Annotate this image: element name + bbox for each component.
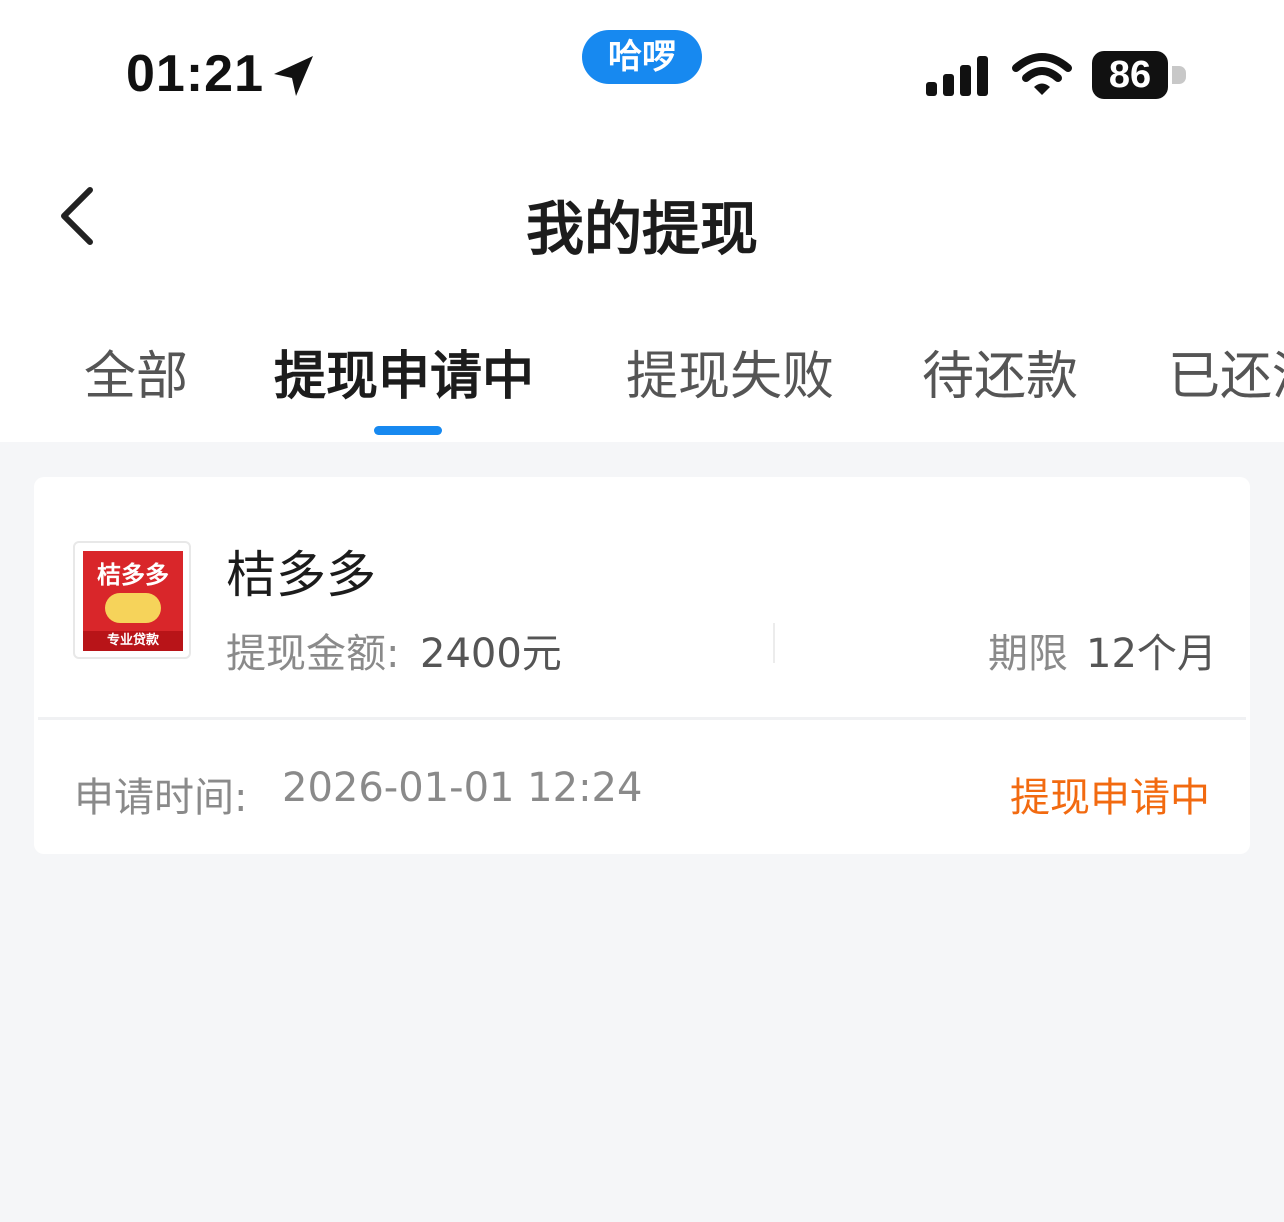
tab-pending-repayment[interactable]: 待还款 — [922, 334, 1078, 409]
wifi-icon — [1012, 53, 1072, 95]
battery-indicator: 86 — [1092, 51, 1168, 99]
apply-time-label: 申请时间: — [74, 775, 248, 821]
card-divider — [38, 717, 1246, 720]
battery-tip — [1172, 66, 1186, 84]
apply-time-value: 2026-01-01 12:24 — [282, 765, 643, 811]
header-area: 01:21 哈啰 86 我的提现 全部 提现申请中 提现失败 待还款 已还清 — [0, 0, 1284, 442]
logo-graphic: 桔多多 专业贷款 — [83, 551, 183, 651]
amount-value: 2400元 — [420, 631, 562, 677]
cellular-signal-icon — [926, 56, 988, 96]
tab-repaid[interactable]: 已还清 — [1168, 334, 1284, 409]
location-arrow-icon — [274, 56, 313, 96]
logo-tagline: 专业贷款 — [83, 631, 183, 651]
term-label: 期限 — [988, 631, 1068, 677]
page-title: 我的提现 — [525, 195, 758, 263]
amount-label: 提现金额: — [226, 631, 400, 677]
active-tab-indicator — [374, 426, 442, 435]
withdrawal-card[interactable]: 桔多多 专业贷款 桔多多 提现金额: 2400元 期限 12个月 申请时间: 2… — [34, 477, 1250, 854]
product-name: 桔多多 — [226, 546, 376, 604]
status-badge: 提现申请中 — [1010, 775, 1210, 821]
tab-withdrawal-pending[interactable]: 提现申请中 — [274, 334, 534, 409]
logo-brand-text: 桔多多 — [97, 561, 169, 589]
logo-mascot — [105, 593, 161, 623]
status-time: 01:21 — [126, 45, 264, 103]
app-pill[interactable]: 哈啰 — [582, 30, 702, 84]
juduoduo-logo-icon: 桔多多 专业贷款 — [73, 541, 191, 659]
vertical-divider — [773, 623, 775, 663]
tab-withdrawal-failed[interactable]: 提现失败 — [626, 334, 834, 409]
term-value: 12个月 — [1086, 631, 1217, 677]
tab-all[interactable]: 全部 — [84, 334, 188, 409]
